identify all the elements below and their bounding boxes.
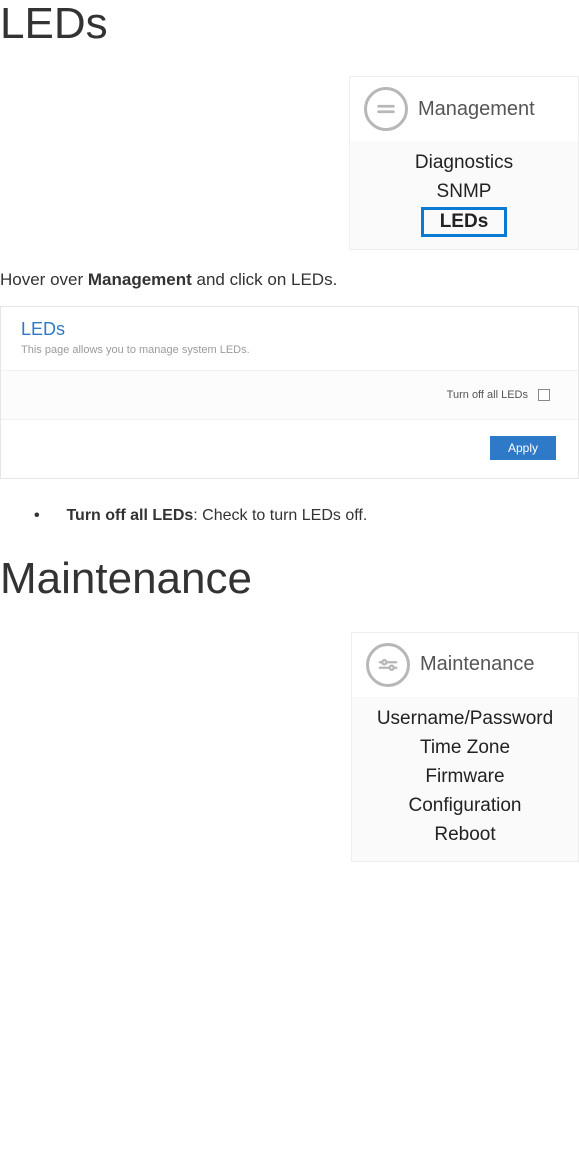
section-title-leds: LEDs (0, 0, 579, 76)
instruction-bold: Management (88, 270, 192, 289)
instruction-text: Hover over Management and click on LEDs. (0, 250, 579, 306)
submenu-item-snmp[interactable]: SNMP (427, 178, 502, 206)
bullet-marker: • (34, 507, 62, 525)
menu-header-maintenance[interactable]: Maintenance (352, 633, 578, 697)
management-menu-graphic: Management Diagnostics SNMP LEDs (349, 76, 579, 250)
menu-equals-icon (364, 87, 408, 131)
instruction-pre: Hover over (0, 270, 88, 289)
submenu-item-username-password[interactable]: Username/Password (367, 705, 563, 733)
submenu-item-diagnostics[interactable]: Diagnostics (405, 149, 523, 177)
bullet-rest: : Check to turn LEDs off. (193, 507, 367, 524)
submenu-item-firmware[interactable]: Firmware (415, 763, 514, 791)
maintenance-menu-graphic: Maintenance Username/Password Time Zone … (351, 632, 579, 862)
instruction-post: and click on LEDs. (192, 270, 338, 289)
turnoff-leds-label: Turn off all LEDs (447, 389, 528, 401)
leds-panel-subtitle: This page allows you to manage system LE… (1, 342, 578, 370)
menu-header-management[interactable]: Management (350, 77, 578, 141)
submenu-item-time-zone[interactable]: Time Zone (410, 734, 520, 762)
turnoff-leds-checkbox[interactable] (538, 389, 550, 401)
submenu-item-leds[interactable]: LEDs (421, 207, 508, 237)
sliders-icon (366, 643, 410, 687)
leds-panel-body: Turn off all LEDs (1, 370, 578, 420)
menu-label-management: Management (418, 98, 535, 121)
leds-panel-footer: Apply (1, 420, 578, 478)
maintenance-submenu: Username/Password Time Zone Firmware Con… (352, 697, 578, 861)
bullet-bold: Turn off all LEDs (66, 507, 193, 524)
leds-panel-title: LEDs (1, 307, 578, 342)
submenu-item-configuration[interactable]: Configuration (398, 792, 531, 820)
menu-label-maintenance: Maintenance (420, 653, 535, 676)
submenu-item-reboot[interactable]: Reboot (424, 821, 505, 849)
bullet-turnoff-leds: • Turn off all LEDs: Check to turn LEDs … (0, 501, 579, 555)
apply-button[interactable]: Apply (490, 436, 556, 460)
section-title-maintenance: Maintenance (0, 555, 579, 631)
leds-panel: LEDs This page allows you to manage syst… (0, 306, 579, 479)
management-submenu: Diagnostics SNMP LEDs (350, 141, 578, 249)
